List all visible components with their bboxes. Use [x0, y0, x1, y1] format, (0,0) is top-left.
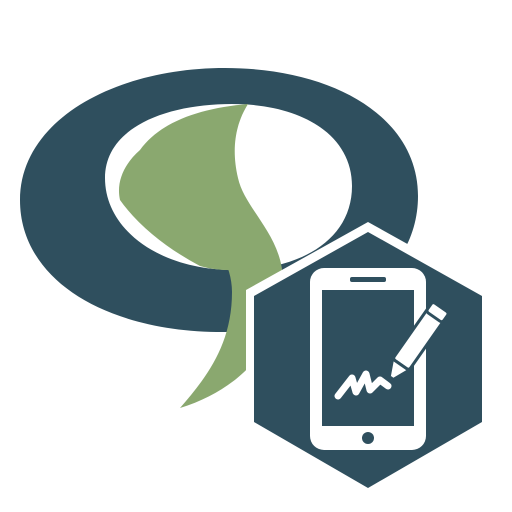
tablet-home-button — [362, 432, 374, 444]
app-icon-graphic — [0, 0, 512, 512]
tablet-speaker — [350, 277, 386, 282]
app-icon — [0, 0, 512, 512]
